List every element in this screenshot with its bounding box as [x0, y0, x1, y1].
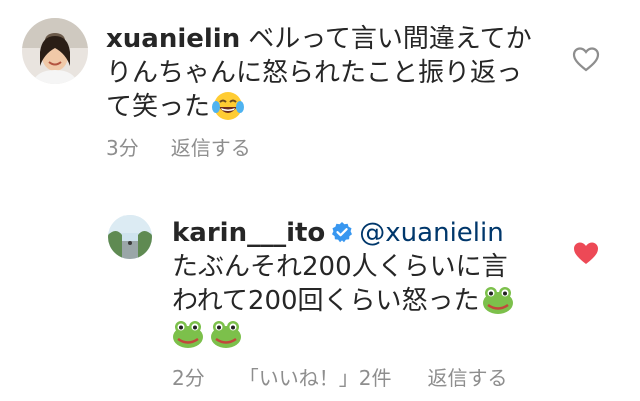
comment-username[interactable]: karin___ito — [172, 218, 325, 248]
comment-meta: 3分 返信する — [106, 132, 251, 161]
joy-emoji — [212, 91, 245, 121]
avatar-photo — [22, 18, 88, 84]
heart-icon[interactable] — [572, 240, 600, 266]
comment-timestamp: 2分 — [172, 366, 205, 390]
comment-username[interactable]: xuanielin — [106, 24, 240, 54]
likes-count-button[interactable]: 「いいね！」2件 — [239, 362, 392, 391]
comments-thread: xuanielin ベルって言い間違えてかりんちゃんに怒られたこと振り返って笑った… — [0, 0, 640, 401]
avatar-photo — [108, 215, 152, 259]
reply-button[interactable]: 返信する — [427, 362, 507, 391]
frog-emoji — [172, 319, 204, 349]
comment-timestamp: 3分 — [106, 136, 139, 160]
heart-icon[interactable] — [572, 46, 600, 72]
avatar[interactable] — [22, 18, 88, 84]
comment-meta: 2分 「いいね！」2件 返信する — [172, 362, 507, 391]
comment-text: たぶんそれ200人くらいに言われて200回くらい怒った — [172, 252, 508, 316]
avatar[interactable] — [108, 215, 152, 259]
verified-badge-icon — [331, 221, 353, 243]
frog-emoji — [210, 319, 242, 349]
mention-link[interactable]: @xuanielin — [359, 218, 503, 248]
reply-button[interactable]: 返信する — [171, 132, 251, 161]
comment-body: xuanielin ベルって言い間違えてかりんちゃんに怒られたこと振り返って笑った — [106, 22, 546, 124]
comment-body: karin___ito @xuanielin たぶんそれ200人くらいに言われて2… — [172, 216, 522, 352]
frog-emoji — [482, 285, 514, 315]
